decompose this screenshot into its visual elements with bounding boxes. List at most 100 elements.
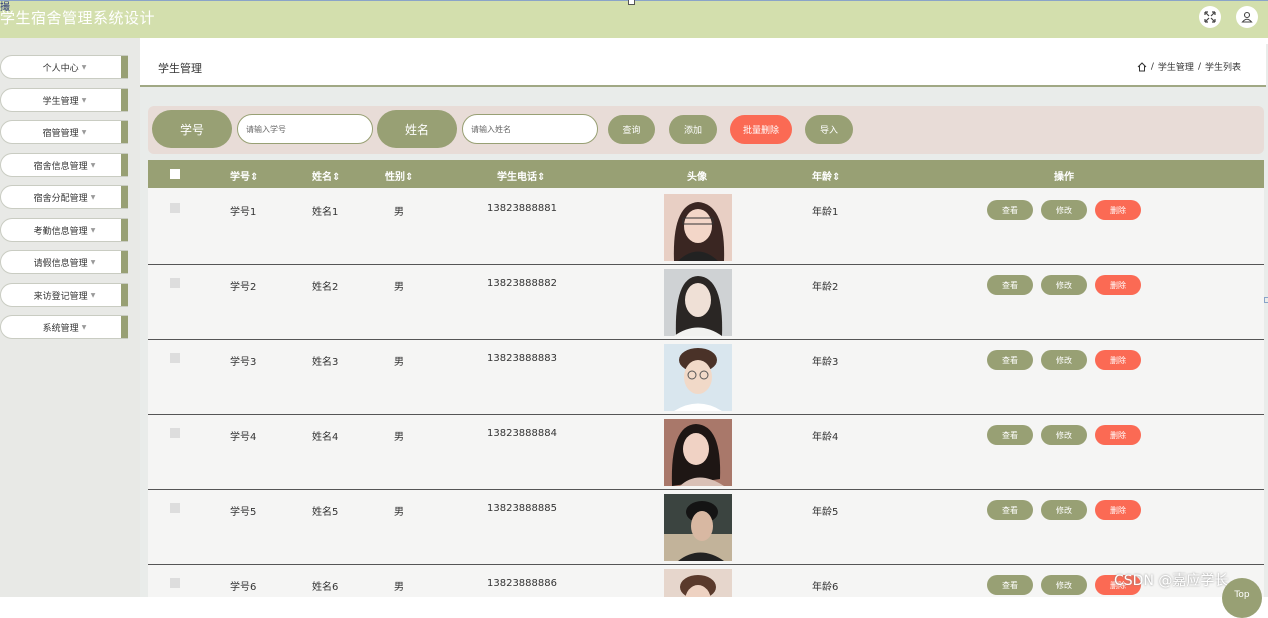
fullscreen-icon[interactable] bbox=[1199, 6, 1221, 28]
cell-student-no: 学号2 bbox=[230, 282, 257, 293]
delete-button[interactable]: 删除 bbox=[1095, 500, 1141, 520]
sidebar-item-student-mgmt[interactable]: 学生管理 ▼ bbox=[0, 88, 128, 112]
view-button[interactable]: 查看 bbox=[987, 350, 1033, 370]
cell-phone: 13823888883 bbox=[487, 353, 557, 364]
caret-down-icon: ▼ bbox=[81, 128, 87, 136]
view-button[interactable]: 查看 bbox=[987, 200, 1033, 220]
delete-button[interactable]: 删除 bbox=[1095, 200, 1141, 220]
delete-button[interactable]: 删除 bbox=[1095, 350, 1141, 370]
edit-button[interactable]: 修改 bbox=[1041, 350, 1087, 370]
cell-name: 姓名4 bbox=[312, 432, 339, 443]
sidebar-item-accent bbox=[121, 251, 128, 273]
watermark: CSDN @嘉应学长 bbox=[1114, 573, 1229, 589]
cell-age: 年龄6 bbox=[812, 582, 839, 593]
caret-down-icon: ▼ bbox=[81, 323, 87, 331]
app-title: 学生宿舍管理系统设计 bbox=[0, 9, 156, 27]
table-row: 学号6 姓名6 男 13823888886 年龄6 查看 修改 删除 bbox=[148, 565, 1264, 597]
cell-age: 年龄3 bbox=[812, 357, 839, 368]
table-row: 学号3 姓名3 男 13823888883 年龄3 查看 修改 删除 bbox=[148, 340, 1264, 415]
user-icon[interactable] bbox=[1236, 6, 1258, 28]
batch-delete-button[interactable]: 批量删除 bbox=[730, 115, 792, 144]
cell-phone: 13823888881 bbox=[487, 203, 557, 214]
add-button[interactable]: 添加 bbox=[669, 115, 717, 144]
edit-button[interactable]: 修改 bbox=[1041, 275, 1087, 295]
cell-age: 年龄1 bbox=[812, 207, 839, 218]
edit-button[interactable]: 修改 bbox=[1041, 200, 1087, 220]
cell-phone: 13823888886 bbox=[487, 578, 557, 589]
breadcrumb-separator: / bbox=[1150, 61, 1154, 72]
student-no-input[interactable]: 请输入学号 bbox=[237, 114, 373, 144]
avatar-image bbox=[664, 344, 732, 411]
row-checkbox[interactable] bbox=[170, 428, 180, 438]
breadcrumb-item[interactable]: 学生管理 bbox=[1158, 60, 1194, 73]
select-all-checkbox[interactable] bbox=[170, 169, 180, 179]
resize-handle[interactable] bbox=[1264, 297, 1268, 303]
sidebar-item-accent bbox=[121, 154, 128, 176]
table-row: 学号1 姓名1 男 13823888881 年龄1 查看 修改 删除 bbox=[148, 190, 1264, 265]
delete-button[interactable]: 删除 bbox=[1095, 275, 1141, 295]
search-bar: 学号 请输入学号 姓名 请输入姓名 查询 添加 批量删除 导入 bbox=[148, 106, 1264, 154]
sidebar: 个人中心 ▼ 学生管理 ▼ 宿管管理 ▼ 宿舍信息管理 ▼ 宿舍分配管理 ▼ 考勤信息管理… bbox=[0, 38, 140, 597]
query-button[interactable]: 查询 bbox=[608, 115, 655, 144]
edit-button[interactable]: 修改 bbox=[1041, 425, 1087, 445]
cell-name: 姓名2 bbox=[312, 282, 339, 293]
sidebar-item-dorm-info-mgmt[interactable]: 宿舍信息管理 ▼ bbox=[0, 153, 128, 177]
back-to-top-button[interactable]: Top bbox=[1222, 578, 1262, 618]
column-header-name[interactable]: 姓名⇕ bbox=[312, 168, 340, 183]
avatar-image bbox=[664, 194, 732, 261]
column-header-student-no[interactable]: 学号⇕ bbox=[230, 168, 258, 183]
sidebar-item-dorm-keeper-mgmt[interactable]: 宿管管理 ▼ bbox=[0, 120, 128, 144]
cell-gender: 男 bbox=[394, 582, 404, 593]
sidebar-item-label: 来访登记管理 bbox=[33, 291, 88, 302]
sidebar-item-visitor-mgmt[interactable]: 来访登记管理 ▼ bbox=[0, 283, 128, 307]
main-content: 学生管理 / 学生管理 / 学生列表 学号 请输入学号 姓名 请输入姓名 查询 … bbox=[140, 44, 1268, 597]
row-checkbox[interactable] bbox=[170, 278, 180, 288]
caret-down-icon: ▼ bbox=[90, 193, 96, 201]
sidebar-item-label: 宿舍信息管理 bbox=[33, 161, 88, 172]
view-button[interactable]: 查看 bbox=[987, 425, 1033, 445]
student-table: 学号⇕ 姓名⇕ 性别⇕ 学生电话⇕ 头像 年龄⇕ 操作 学号1 姓名1 男 13… bbox=[148, 160, 1264, 597]
import-button[interactable]: 导入 bbox=[805, 115, 853, 144]
avatar-image bbox=[664, 569, 732, 597]
row-checkbox[interactable] bbox=[170, 203, 180, 213]
cell-gender: 男 bbox=[394, 432, 404, 443]
sidebar-item-accent bbox=[121, 219, 128, 241]
view-button[interactable]: 查看 bbox=[987, 575, 1033, 595]
cell-phone: 13823888885 bbox=[487, 503, 557, 514]
sidebar-item-label: 宿管管理 bbox=[42, 128, 79, 139]
delete-button[interactable]: 删除 bbox=[1095, 425, 1141, 445]
cell-age: 年龄5 bbox=[812, 507, 839, 518]
cell-gender: 男 bbox=[394, 507, 404, 518]
cell-student-no: 学号1 bbox=[230, 207, 257, 218]
sidebar-item-attendance-mgmt[interactable]: 考勤信息管理 ▼ bbox=[0, 218, 128, 242]
name-label: 姓名 bbox=[377, 110, 457, 148]
caret-down-icon: ▼ bbox=[81, 96, 87, 104]
edit-button[interactable]: 修改 bbox=[1041, 575, 1087, 595]
column-header-phone[interactable]: 学生电话⇕ bbox=[497, 168, 545, 183]
view-button[interactable]: 查看 bbox=[987, 275, 1033, 295]
cell-age: 年龄2 bbox=[812, 282, 839, 293]
avatar-image bbox=[664, 494, 732, 561]
cell-name: 姓名3 bbox=[312, 357, 339, 368]
column-header-age[interactable]: 年龄⇕ bbox=[812, 168, 840, 183]
sidebar-item-leave-mgmt[interactable]: 请假信息管理 ▼ bbox=[0, 250, 128, 274]
cell-gender: 男 bbox=[394, 282, 404, 293]
cell-phone: 13823888882 bbox=[487, 278, 557, 289]
top-header: 学生宿舍管理系统设计 撮 bbox=[0, 0, 1268, 38]
sidebar-item-system-mgmt[interactable]: 系统管理 ▼ bbox=[0, 315, 128, 339]
row-checkbox[interactable] bbox=[170, 578, 180, 588]
view-button[interactable]: 查看 bbox=[987, 500, 1033, 520]
sidebar-item-dorm-assign-mgmt[interactable]: 宿舍分配管理 ▼ bbox=[0, 185, 128, 209]
column-header-gender[interactable]: 性别⇕ bbox=[385, 168, 413, 183]
cell-age: 年龄4 bbox=[812, 432, 839, 443]
sidebar-item-personal-center[interactable]: 个人中心 ▼ bbox=[0, 55, 128, 79]
home-icon[interactable] bbox=[1137, 61, 1147, 72]
breadcrumb-item: 学生列表 bbox=[1204, 63, 1241, 73]
row-checkbox[interactable] bbox=[170, 503, 180, 513]
name-input[interactable]: 请输入姓名 bbox=[462, 114, 598, 144]
table-row: 学号5 姓名5 男 13823888885 年龄5 查看 修改 删除 bbox=[148, 490, 1264, 565]
sidebar-item-label: 个人中心 bbox=[42, 63, 79, 74]
edit-button[interactable]: 修改 bbox=[1041, 500, 1087, 520]
row-checkbox[interactable] bbox=[170, 353, 180, 363]
sidebar-item-label: 考勤信息管理 bbox=[33, 226, 88, 237]
